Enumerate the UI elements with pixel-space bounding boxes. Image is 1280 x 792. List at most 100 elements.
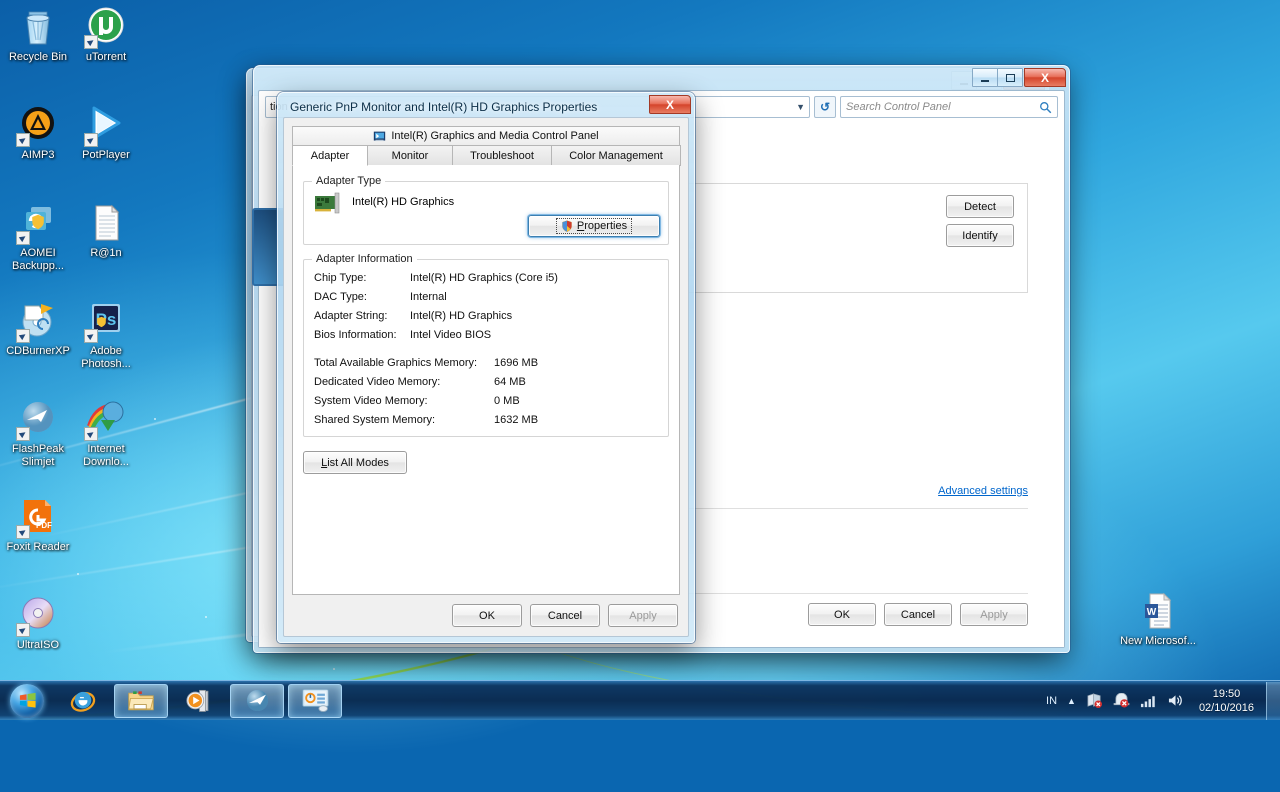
properties-button-label: roperties [584, 220, 628, 232]
dialog-cancel-button[interactable]: Cancel [530, 604, 600, 627]
svg-text:PDF: PDF [36, 521, 52, 530]
slimjet-icon [246, 689, 268, 712]
properties-button[interactable]: Properties [528, 215, 660, 237]
memory-row-dedicated-video: Dedicated Video Memory: 64 MB [314, 376, 658, 388]
tab-adapter[interactable]: Adapter [292, 145, 368, 166]
aimp3-icon [16, 104, 59, 147]
adapter-type-group: Adapter Type Intel(R) HD Graphics Proper… [303, 175, 669, 245]
tray-language-indicator[interactable]: IN [1046, 695, 1057, 707]
show-desktop-button[interactable] [1266, 681, 1280, 720]
action-center-error-icon[interactable] [1113, 693, 1130, 708]
taskbar-clock[interactable]: 19:50 02/10/2016 [1189, 687, 1264, 715]
taskbar-item-internet-explorer[interactable] [56, 684, 110, 718]
desktop-icon-label: FlashPeak Slimjet [12, 443, 64, 468]
tab-page-adapter: Adapter Type Intel(R) HD Graphics Proper… [292, 165, 680, 595]
internet-explorer-icon [70, 691, 96, 712]
volume-icon[interactable] [1167, 693, 1184, 708]
desktop-icon-potplayer[interactable]: PotPlayer [68, 104, 144, 162]
display-properties-dialog[interactable]: Generic PnP Monitor and Intel(R) HD Grap… [277, 92, 695, 643]
memory-key: Total Available Graphics Memory: [314, 357, 478, 369]
memory-value: 64 MB [494, 376, 526, 388]
start-button[interactable] [2, 682, 52, 720]
desktop-icon-label: PotPlayer [82, 149, 130, 161]
dialog-close-button[interactable]: X [649, 95, 691, 114]
dialog-body: Intel(R) Graphics and Media Control Pane… [283, 117, 689, 637]
utorrent-icon [84, 6, 127, 49]
desktop-icon-flashpeak-slimjet[interactable]: FlashPeak Slimjet [0, 398, 76, 468]
memory-key: System Video Memory: [314, 395, 428, 407]
desktop-icon-aimp3[interactable]: AIMP3 [0, 104, 76, 162]
desktop-icon-label: New Microsof... [1120, 635, 1196, 647]
clock-time: 19:50 [1212, 687, 1241, 700]
minimize-button[interactable] [972, 68, 998, 87]
desktop-icon-label: AOMEI Backupp... [12, 247, 64, 272]
ok-button[interactable]: OK [808, 603, 876, 626]
intel-graphics-icon [374, 131, 386, 141]
info-value: Intel Video BIOS [410, 329, 492, 341]
taskbar-item-control-panel[interactable] [288, 683, 342, 718]
desktop-icon-new-microsoft-word-document[interactable]: W New Microsof... [1120, 590, 1196, 648]
monitor-action-buttons: Detect Identify [946, 195, 1014, 247]
desktop-icon-recycle-bin[interactable]: Recycle Bin [0, 6, 76, 64]
shortcut-overlay-icon [84, 427, 98, 441]
identify-button[interactable]: Identify [946, 224, 1014, 247]
desktop-icon-label: Adobe Photosh... [81, 345, 131, 370]
desktop-icon-aomei-backupper[interactable]: AOMEI Backupp... [0, 202, 76, 272]
close-button[interactable]: X [1024, 68, 1066, 87]
search-placeholder: Search Control Panel [846, 101, 951, 113]
cancel-button[interactable]: Cancel [884, 603, 952, 626]
desktop-icon-label: Internet Downlo... [83, 443, 129, 468]
chevron-up-icon[interactable]: ▲ [1067, 696, 1076, 706]
search-input[interactable]: Search Control Panel [840, 96, 1058, 118]
aomei-backupper-icon [16, 202, 59, 245]
chevron-down-icon[interactable]: ▼ [796, 102, 805, 112]
intel-control-panel-banner[interactable]: Intel(R) Graphics and Media Control Pane… [292, 126, 680, 145]
ultraiso-icon [16, 594, 59, 637]
desktop-icon-ultraiso[interactable]: UltraISO [0, 594, 76, 652]
info-value: Intel(R) HD Graphics (Core i5) [410, 272, 558, 284]
desktop-icon-utorrent[interactable]: uTorrent [68, 6, 144, 64]
detect-button[interactable]: Detect [946, 195, 1014, 218]
control-panel-window-buttons: X [972, 68, 1066, 87]
shortcut-overlay-icon [16, 525, 30, 539]
windows-media-player-icon [185, 689, 208, 712]
desktop-icon-adobe-photoshop[interactable]: Ps Adobe Photosh... [68, 300, 144, 370]
system-tray: IN ▲ 19:50 02/10/2016 [1041, 681, 1280, 720]
shortcut-overlay-icon [84, 329, 98, 343]
memory-row-shared-system: Shared System Memory: 1632 MB [314, 414, 658, 426]
list-all-modes-wrap: List All Modes [303, 451, 669, 474]
desktop-icon-label: AIMP3 [21, 149, 55, 161]
signal-bars-icon[interactable] [1140, 694, 1157, 708]
tab-monitor[interactable]: Monitor [367, 145, 453, 166]
taskbar-item-slimjet[interactable] [230, 683, 284, 718]
desktop-icon-internet-download-manager[interactable]: Internet Downlo... [68, 398, 144, 468]
advanced-settings-link[interactable]: Advanced settings [938, 485, 1028, 497]
maximize-button[interactable] [997, 68, 1023, 87]
info-row-adapter-string: Adapter String: Intel(R) HD Graphics [314, 310, 658, 322]
dialog-ok-button[interactable]: OK [452, 604, 522, 627]
advanced-settings-link-wrap: Advanced settings [938, 485, 1028, 497]
desktop-icon-label: R@1n [90, 247, 122, 259]
taskbar-item-media-player[interactable] [172, 684, 226, 718]
info-key: Bios Information: [314, 329, 397, 341]
info-key: DAC Type: [314, 291, 367, 303]
desktop-icon-cdburnerxp[interactable]: CDBurnerXP [0, 300, 76, 358]
tab-color-management[interactable]: Color Management [551, 145, 681, 166]
list-all-modes-button[interactable]: List All Modes [303, 451, 407, 474]
desktop-icon-foxit-reader[interactable]: PDF Foxit Reader [0, 496, 76, 554]
shortcut-overlay-icon [16, 623, 30, 637]
tab-troubleshoot[interactable]: Troubleshoot [452, 145, 552, 166]
info-key: Chip Type: [314, 272, 367, 284]
shortcut-overlay-icon [16, 427, 30, 441]
shortcut-overlay-icon [16, 329, 30, 343]
windows-start-orb-icon [10, 683, 44, 718]
shortcut-overlay-icon [16, 231, 30, 245]
refresh-icon[interactable]: ↺ [814, 96, 836, 118]
network-error-icon[interactable] [1086, 693, 1103, 708]
internet-download-manager-icon [84, 398, 127, 441]
desktop-icon-r1n[interactable]: R@1n [68, 202, 144, 260]
desktop-icon-label: Foxit Reader [6, 541, 70, 553]
tab-host: Intel(R) Graphics and Media Control Pane… [292, 126, 681, 595]
search-icon [1040, 101, 1052, 113]
taskbar-item-windows-explorer[interactable] [114, 683, 168, 718]
